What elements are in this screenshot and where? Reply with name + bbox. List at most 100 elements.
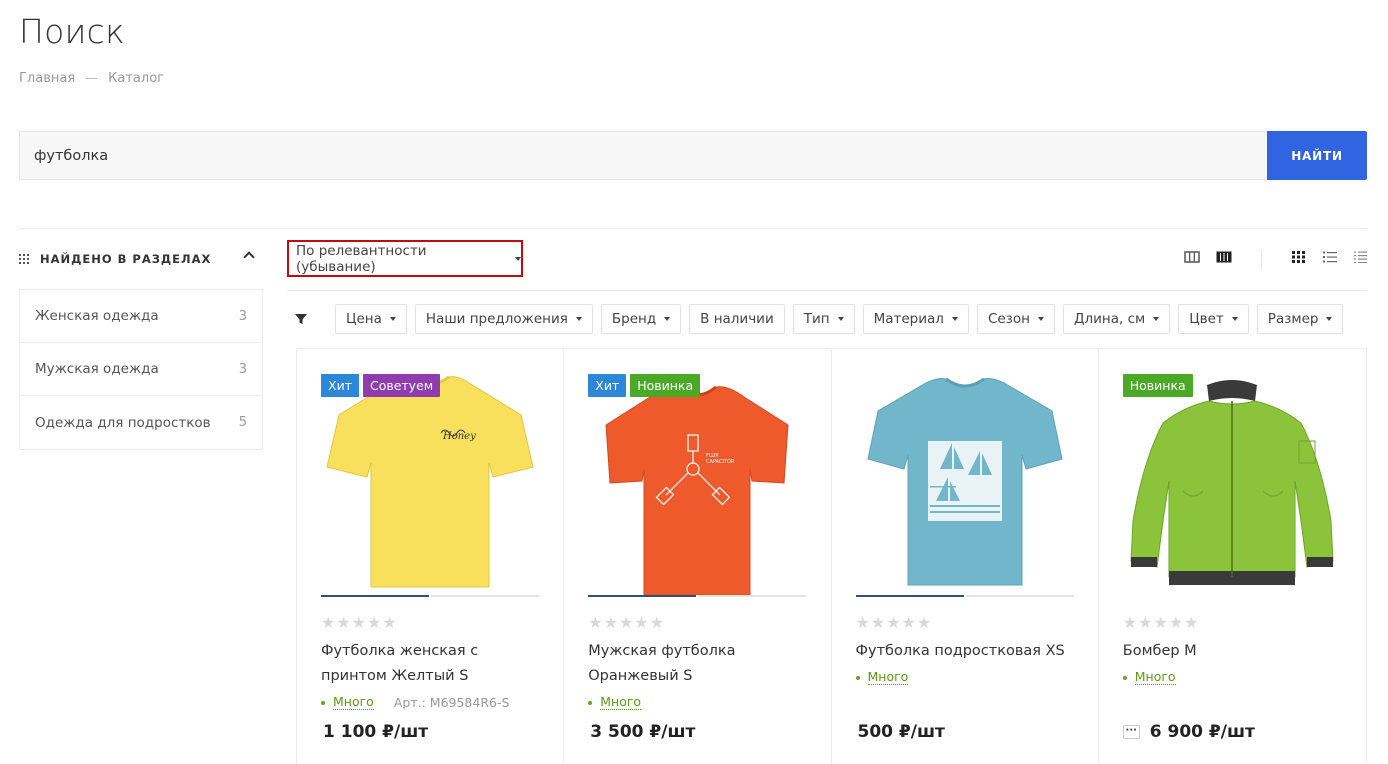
filter-size[interactable]: Размер bbox=[1256, 304, 1344, 334]
filter-color[interactable]: Цвет bbox=[1178, 304, 1249, 334]
product-price: ··· 6 900 ₽/шт bbox=[1122, 722, 1255, 742]
sort-label: По релевантности (убывание) bbox=[296, 242, 427, 275]
filter-label: Цвет bbox=[1189, 311, 1224, 327]
price-value: 3 500 ₽/шт bbox=[590, 722, 696, 742]
product-card[interactable]: FLUX CAPACITOR Хит Новинка ★ ★ ★ ★ ★ Мужская… bbox=[564, 349, 832, 764]
filter-label: Сезон bbox=[987, 311, 1030, 327]
image-slider-progress bbox=[321, 595, 539, 597]
view-table-icon[interactable] bbox=[1216, 251, 1232, 263]
view-card-icon[interactable] bbox=[1184, 251, 1200, 263]
badge-recommended: Советуем bbox=[362, 374, 441, 397]
divider bbox=[287, 290, 1367, 291]
product-card[interactable]: Новинка ★ ★ ★ ★ ★ Бомбер M Много ··· 6 900 ₽… bbox=[1099, 349, 1366, 764]
product-image-green-bomber[interactable] bbox=[1123, 371, 1341, 595]
product-meta: Много bbox=[1122, 670, 1176, 685]
product-card[interactable]: Honey Хит Советуем ★ ★ ★ ★ ★ Футболка женска… bbox=[297, 349, 565, 764]
filter-label: В наличии bbox=[700, 311, 774, 327]
section-count: 3 bbox=[238, 308, 247, 324]
sections-title: НАЙДЕНО В РАЗДЕЛАХ bbox=[40, 252, 212, 266]
sections-header[interactable]: НАЙДЕНО В РАЗДЕЛАХ bbox=[19, 249, 263, 269]
filter-label: Размер bbox=[1267, 311, 1319, 327]
breadcrumb-separator: — bbox=[85, 71, 99, 86]
stock-dot-icon bbox=[588, 700, 593, 705]
caret-down-icon bbox=[389, 317, 396, 321]
caret-down-icon bbox=[1037, 317, 1044, 321]
product-name[interactable]: Бомбер M bbox=[1123, 639, 1348, 664]
section-label: Одежда для подростков bbox=[35, 414, 211, 431]
caret-down-icon bbox=[1153, 317, 1160, 321]
view-list-icon[interactable] bbox=[1323, 251, 1337, 263]
caret-down-icon bbox=[515, 256, 521, 261]
more-prices-button[interactable]: ··· bbox=[1122, 725, 1140, 739]
image-slider-progress bbox=[1123, 595, 1341, 597]
sections-list: Женская одежда 3 Мужская одежда 3 Одежда… bbox=[19, 289, 263, 450]
rating-stars: ★ ★ ★ ★ ★ bbox=[855, 613, 932, 632]
search-input[interactable] bbox=[19, 131, 1267, 180]
product-image-orange-tshirt[interactable]: FLUX CAPACITOR bbox=[588, 371, 806, 595]
breadcrumb-catalog[interactable]: Каталог bbox=[108, 71, 164, 86]
view-price-list-icon[interactable] bbox=[1354, 251, 1367, 263]
breadcrumb-home[interactable]: Главная bbox=[19, 71, 75, 86]
caret-down-icon bbox=[837, 317, 844, 321]
filter-season[interactable]: Сезон bbox=[976, 304, 1055, 334]
stock-status[interactable]: Много bbox=[1134, 670, 1176, 685]
product-name[interactable]: Мужская футболка Оранжевый S bbox=[588, 639, 813, 689]
stock-status[interactable]: Много bbox=[333, 695, 374, 710]
caret-down-icon bbox=[1231, 317, 1238, 321]
product-name[interactable]: Футболка женская с принтом Желтый S bbox=[321, 639, 546, 689]
caret-down-icon bbox=[664, 317, 671, 321]
stock-status[interactable]: Много bbox=[867, 670, 909, 685]
filter-material[interactable]: Материал bbox=[862, 304, 969, 334]
filter-type[interactable]: Тип bbox=[792, 304, 855, 334]
filter-price[interactable]: Цена bbox=[335, 304, 407, 334]
stock-dot-icon bbox=[321, 700, 325, 705]
caret-down-icon bbox=[951, 317, 958, 321]
sku-value: M69584R6-S bbox=[429, 695, 510, 710]
search-button[interactable]: НАЙТИ bbox=[1267, 131, 1367, 180]
caret-down-icon bbox=[575, 317, 582, 321]
breadcrumb: Главная — Каталог bbox=[19, 71, 164, 86]
product-price: 1 100 ₽/шт bbox=[323, 722, 428, 742]
filter-label: Тип bbox=[803, 311, 830, 327]
svg-text:CAPACITOR: CAPACITOR bbox=[706, 459, 735, 465]
filter-brand[interactable]: Бренд bbox=[600, 304, 682, 334]
section-item-teens[interactable]: Одежда для подростков 5 bbox=[20, 396, 262, 449]
price-value: 500 ₽/шт bbox=[857, 722, 945, 742]
rating-stars: ★ ★ ★ ★ ★ bbox=[588, 613, 664, 632]
product-image-yellow-tshirt[interactable]: Honey bbox=[321, 371, 539, 595]
image-slider-progress bbox=[855, 595, 1074, 597]
svg-text:Honey: Honey bbox=[442, 431, 476, 442]
chevron-up-icon[interactable] bbox=[243, 251, 255, 263]
sort-dropdown[interactable]: По релевантности (убывание) bbox=[287, 240, 523, 277]
filter-in-stock[interactable]: В наличии bbox=[689, 304, 785, 334]
section-count: 5 bbox=[238, 415, 247, 430]
filter-label: Материал bbox=[873, 311, 944, 327]
view-separator bbox=[1261, 249, 1262, 268]
badge-hit: Хит bbox=[321, 374, 359, 397]
product-price: 3 500 ₽/шт bbox=[590, 722, 695, 742]
stock-dot-icon bbox=[1122, 675, 1127, 680]
badge-new: Новинка bbox=[1122, 374, 1193, 397]
view-tiles-icon[interactable] bbox=[1292, 251, 1305, 263]
section-item-men[interactable]: Мужская одежда 3 bbox=[20, 343, 262, 396]
product-card[interactable]: ★ ★ ★ ★ ★ Футболка подростковая XS Много 500… bbox=[832, 349, 1099, 764]
caret-down-icon bbox=[1326, 317, 1333, 321]
product-image-blue-tshirt[interactable] bbox=[856, 371, 1074, 595]
section-count: 3 bbox=[238, 361, 247, 377]
stock-status[interactable]: Много bbox=[600, 695, 642, 710]
filter-length[interactable]: Длина, см bbox=[1062, 304, 1171, 334]
stock-dot-icon bbox=[855, 675, 860, 680]
section-item-women[interactable]: Женская одежда 3 bbox=[20, 290, 262, 343]
product-grid: Honey Хит Советуем ★ ★ ★ ★ ★ Футболка женска… bbox=[296, 348, 1367, 764]
filter-label: Бренд bbox=[611, 311, 657, 327]
filter-offers[interactable]: Наши предложения bbox=[414, 304, 593, 334]
filter-funnel-icon[interactable] bbox=[294, 312, 308, 326]
product-meta: Много bbox=[588, 695, 642, 710]
divider bbox=[19, 228, 1367, 229]
section-label: Женская одежда bbox=[35, 308, 159, 324]
badges: Хит Советуем bbox=[321, 374, 441, 397]
filter-label: Наши предложения bbox=[425, 311, 568, 327]
rating-stars: ★ ★ ★ ★ ★ bbox=[321, 613, 397, 632]
product-name[interactable]: Футболка подростковая XS bbox=[856, 639, 1081, 664]
price-value: 1 100 ₽/шт bbox=[323, 722, 429, 742]
